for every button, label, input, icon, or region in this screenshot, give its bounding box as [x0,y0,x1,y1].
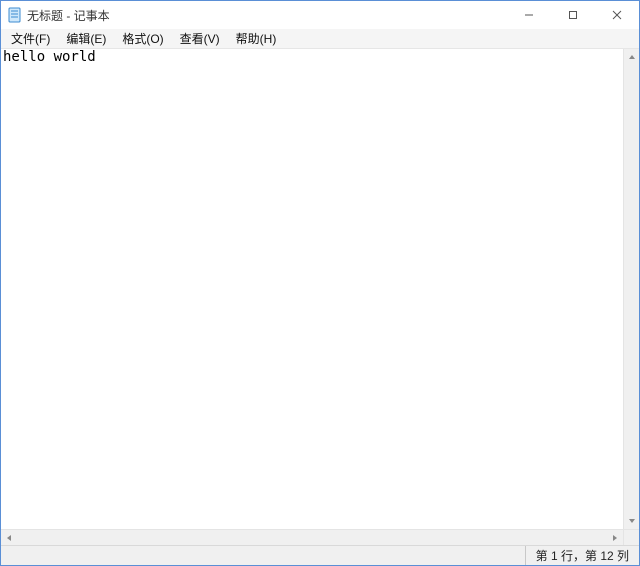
statusbar: 第 1 行，第 12 列 [1,545,639,565]
menu-file[interactable]: 文件(F) [3,29,58,48]
vertical-scrollbar[interactable] [623,49,639,529]
notepad-window: 无标题 - 记事本 文件(F) 编辑(E) 格式(O) 查看(V) 帮助(H) … [0,0,640,566]
menu-view[interactable]: 查看(V) [172,29,228,48]
menu-edit[interactable]: 编辑(E) [58,29,114,48]
menu-format[interactable]: 格式(O) [114,29,171,48]
window-controls [507,1,639,29]
text-editor[interactable]: hello world [1,49,623,529]
scroll-corner [623,529,639,545]
scroll-up-icon[interactable] [624,49,639,65]
window-title: 无标题 - 记事本 [27,7,110,24]
cursor-position: 第 1 行，第 12 列 [525,546,639,565]
scroll-down-icon[interactable] [624,513,639,529]
titlebar[interactable]: 无标题 - 记事本 [1,1,639,29]
notepad-icon [7,7,23,23]
menu-help[interactable]: 帮助(H) [228,29,285,48]
close-button[interactable] [595,1,639,29]
menubar: 文件(F) 编辑(E) 格式(O) 查看(V) 帮助(H) [1,29,639,49]
editor-area: hello world [1,49,639,545]
minimize-button[interactable] [507,1,551,29]
horizontal-scrollbar[interactable] [1,529,623,545]
maximize-button[interactable] [551,1,595,29]
scroll-left-icon[interactable] [1,530,17,546]
scroll-right-icon[interactable] [607,530,623,546]
